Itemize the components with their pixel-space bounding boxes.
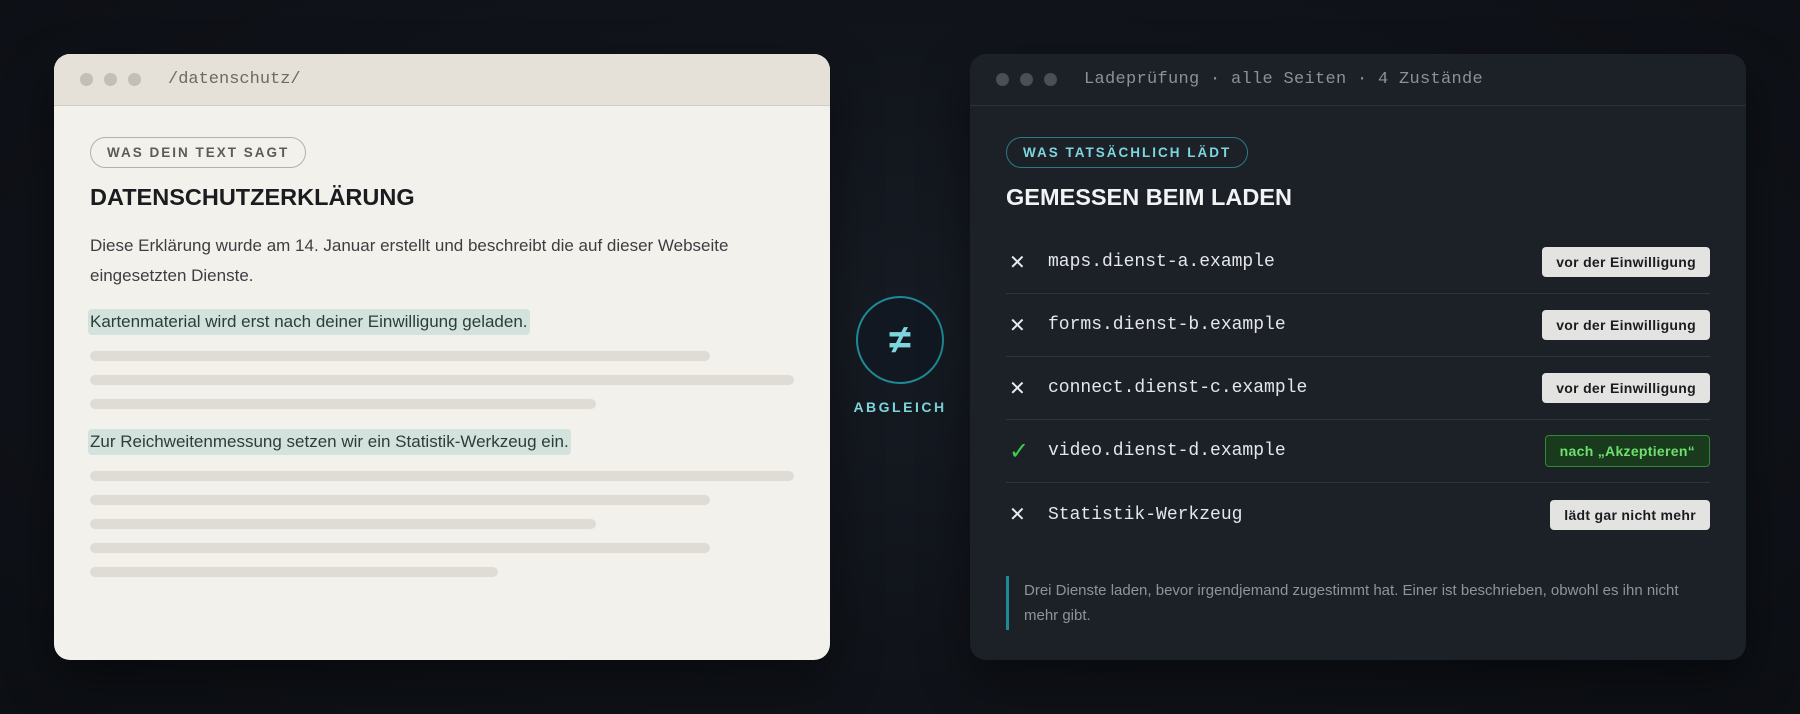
left-titlebar: /datenschutz/ (54, 54, 830, 106)
placeholder-line (90, 375, 794, 385)
right-content: WAS TATSÄCHLICH LÄDT GEMESSEN BEIM LADEN… (970, 106, 1746, 630)
window-dot-icon (128, 73, 141, 86)
placeholder-line (90, 543, 710, 553)
right-titlebar: Ladeprüfung · alle Seiten · 4 Zustände (970, 54, 1746, 106)
left-page-title: DATENSCHUTZERKLÄRUNG (90, 184, 415, 210)
cross-icon: ✕ (1009, 314, 1026, 337)
placeholder-lines (90, 471, 794, 577)
window-dot-icon (996, 73, 1009, 86)
highlight-statistics: Zur Reichweitenmessung setzen wir ein St… (88, 429, 571, 455)
service-name: connect.dienst-c.example (1048, 378, 1308, 398)
right-pill: WAS TATSÄCHLICH LÄDT (1006, 137, 1249, 168)
status-badge: lädt gar nicht mehr (1550, 499, 1710, 530)
list-item: ✕ maps.dienst-a.example vor der Einwilli… (1006, 231, 1710, 294)
left-pill: WAS DEIN TEXT SAGT (90, 137, 307, 168)
service-name: video.dienst-d.example (1048, 441, 1286, 461)
list-item: ✕ forms.dienst-b.example vor der Einwill… (1006, 294, 1710, 357)
service-name: forms.dienst-b.example (1048, 315, 1286, 335)
cross-icon: ✕ (1009, 377, 1026, 400)
placeholder-line (90, 399, 596, 409)
highlight-maps: Kartenmaterial wird erst nach deiner Ein… (88, 309, 530, 335)
window-dot-icon (80, 73, 93, 86)
cross-icon: ✕ (1009, 251, 1026, 274)
placeholder-line (90, 495, 710, 505)
privacy-text-window: /datenschutz/ WAS DEIN TEXT SAGT DATENSC… (54, 54, 830, 660)
right-path: Ladeprüfung · alle Seiten · 4 Zustände (1084, 70, 1484, 89)
summary-note: Drei Dienste laden, bevor irgendjemand z… (1006, 576, 1710, 630)
window-dot-icon (104, 73, 117, 86)
status-badge: vor der Einwilligung (1542, 247, 1710, 277)
placeholder-line (90, 519, 596, 529)
status-badge: vor der Einwilligung (1542, 373, 1710, 403)
list-item: ✕ Statistik-Werkzeug lädt gar nicht mehr (1006, 483, 1710, 546)
placeholder-lines (90, 351, 794, 409)
window-dot-icon (1044, 73, 1057, 86)
status-badge: vor der Einwilligung (1542, 310, 1710, 340)
placeholder-line (90, 567, 498, 577)
status-badge: nach „Akzeptieren“ (1544, 435, 1710, 467)
left-path: /datenschutz/ (168, 70, 301, 89)
placeholder-line (90, 351, 710, 361)
intro-paragraph: Diese Erklärung wurde am 14. Januar erst… (90, 236, 729, 285)
list-item: ✓ video.dienst-d.example nach „Akzeptier… (1006, 420, 1710, 483)
service-list: ✕ maps.dienst-a.example vor der Einwilli… (1006, 231, 1710, 546)
not-equal-icon: ≠ (856, 296, 944, 384)
load-check-window: Ladeprüfung · alle Seiten · 4 Zustände W… (970, 54, 1746, 660)
service-name: Statistik-Werkzeug (1048, 504, 1243, 525)
placeholder-line (90, 471, 794, 481)
check-icon: ✓ (1009, 437, 1030, 465)
cross-icon: ✕ (1009, 504, 1026, 526)
right-page-title: GEMESSEN BEIM LADEN (1006, 184, 1292, 210)
left-content: WAS DEIN TEXT SAGT DATENSCHUTZERKLÄRUNG … (54, 106, 830, 577)
list-item: ✕ connect.dienst-c.example vor der Einwi… (1006, 357, 1710, 420)
window-dot-icon (1020, 73, 1033, 86)
service-name: maps.dienst-a.example (1048, 252, 1275, 272)
